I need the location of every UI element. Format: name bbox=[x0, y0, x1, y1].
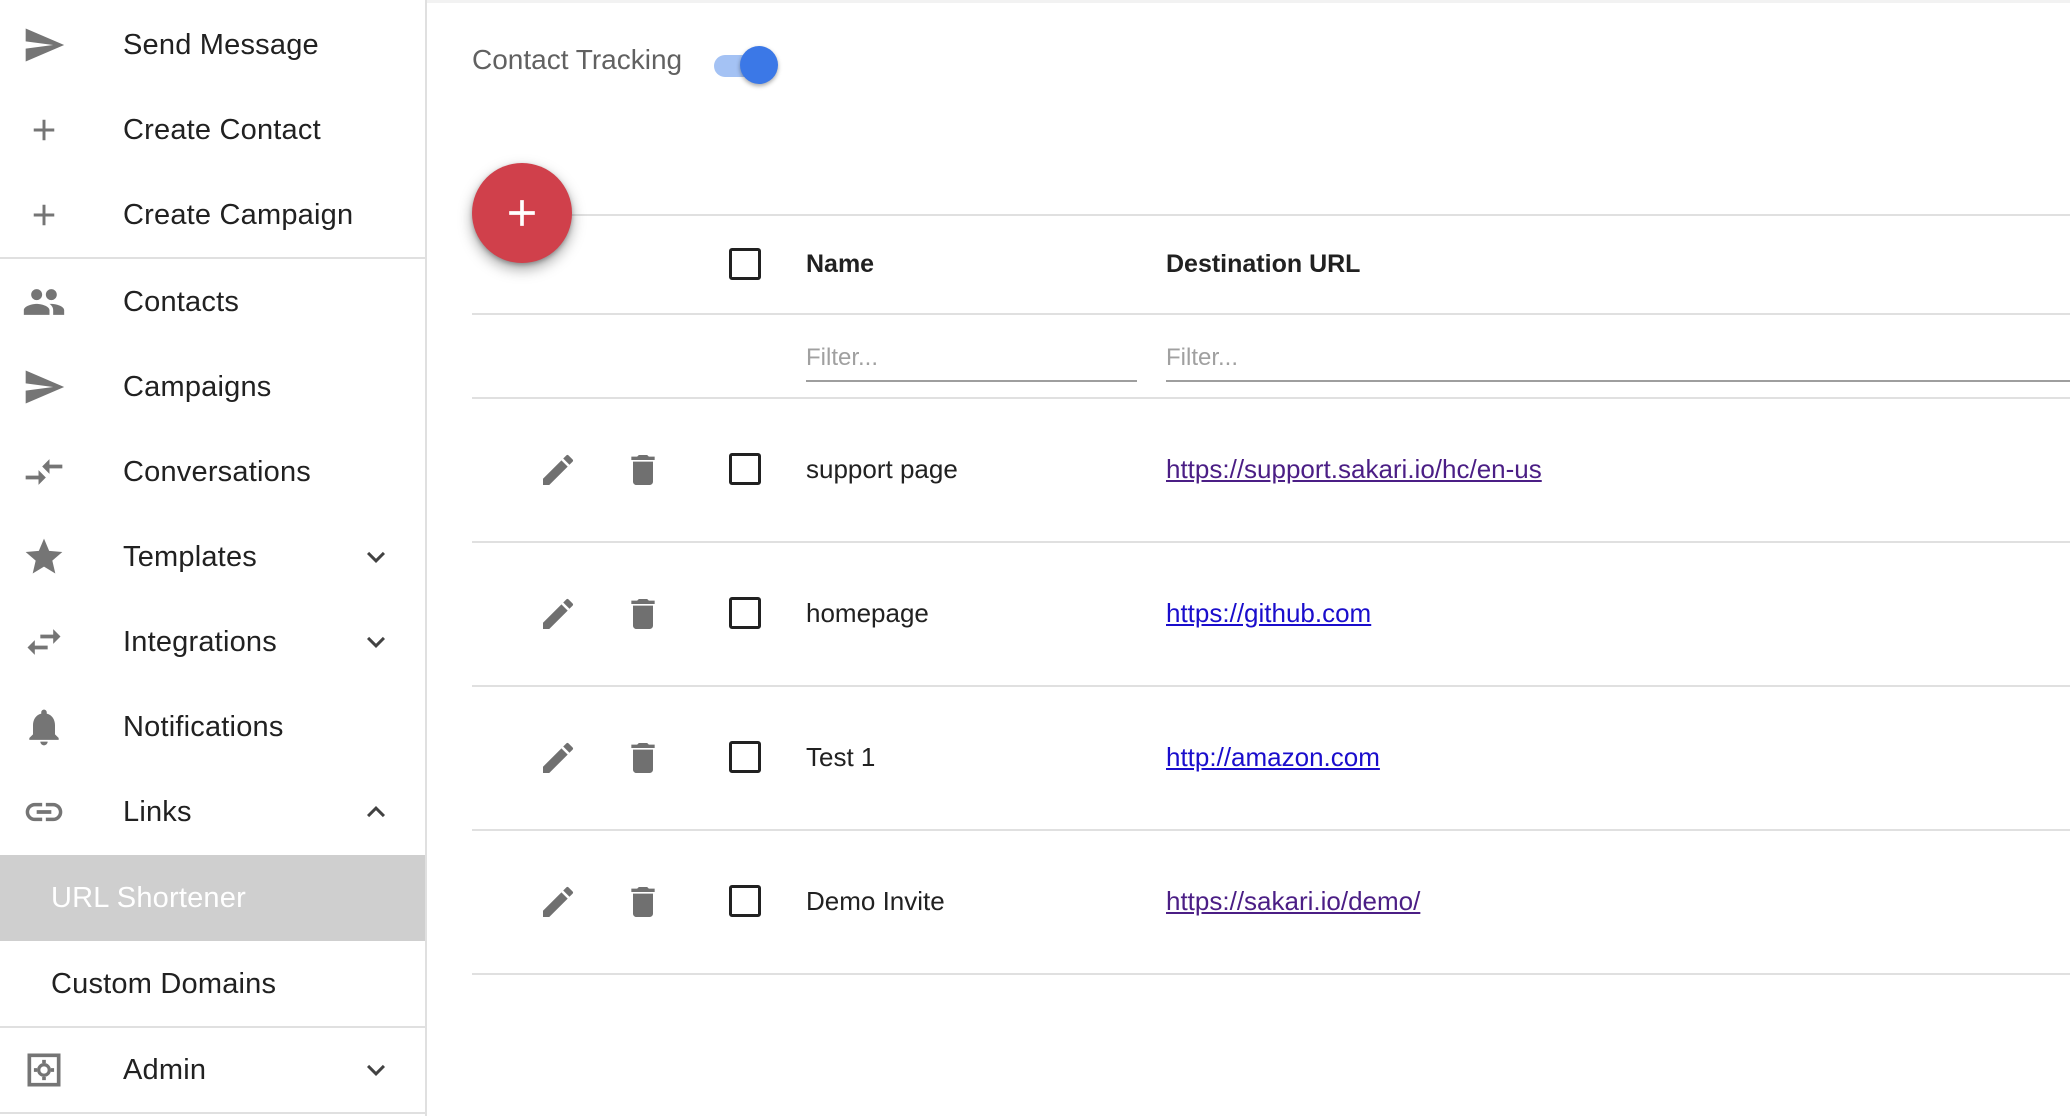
select-all-checkbox[interactable] bbox=[729, 248, 761, 280]
swap-arrows-icon bbox=[20, 618, 68, 666]
main-content: Contact Tracking Name Destination URL su… bbox=[427, 0, 2070, 1116]
row-checkbox[interactable] bbox=[729, 741, 761, 773]
header-divider bbox=[472, 313, 2070, 315]
plus-icon bbox=[20, 191, 68, 239]
row-divider bbox=[472, 973, 2070, 975]
sidebar-item-label: Create Contact bbox=[123, 113, 321, 146]
send-icon bbox=[20, 363, 68, 411]
url-filter-input[interactable] bbox=[1166, 336, 2070, 382]
edit-icon[interactable] bbox=[536, 592, 580, 636]
delete-icon[interactable] bbox=[621, 592, 665, 636]
sidebar-item-label: Integrations bbox=[123, 625, 277, 658]
sidebar-item-label: Notifications bbox=[123, 710, 284, 743]
sidebar-subitem-custom-domains[interactable]: Custom Domains bbox=[0, 941, 425, 1027]
top-border bbox=[427, 0, 2070, 3]
name-filter-input[interactable] bbox=[806, 336, 1137, 382]
link-name: Test 1 bbox=[806, 742, 876, 772]
add-link-button[interactable] bbox=[472, 163, 572, 263]
link-name: support page bbox=[806, 454, 958, 484]
sidebar-item-admin[interactable]: Admin bbox=[0, 1027, 425, 1113]
chevron-down-icon[interactable] bbox=[358, 539, 394, 575]
row-checkbox[interactable] bbox=[729, 597, 761, 629]
star-icon bbox=[20, 533, 68, 581]
toggle-thumb bbox=[740, 46, 778, 84]
sidebar: Send Message Create Contact Create Campa… bbox=[0, 0, 427, 1116]
sidebar-item-label: Send Message bbox=[123, 28, 319, 61]
chevron-down-icon[interactable] bbox=[358, 624, 394, 660]
column-header-destination-url: Destination URL bbox=[1166, 250, 1361, 278]
table-top-border bbox=[472, 214, 2070, 216]
sidebar-item-create-campaign[interactable]: Create Campaign bbox=[0, 172, 425, 258]
chevron-down-icon[interactable] bbox=[358, 1052, 394, 1088]
link-url[interactable]: http://amazon.com bbox=[1166, 742, 1380, 773]
link-name: Demo Invite bbox=[806, 886, 945, 916]
sidebar-item-label: Links bbox=[123, 795, 192, 828]
people-icon bbox=[20, 278, 68, 326]
sidebar-item-label: Campaigns bbox=[123, 370, 272, 403]
row-checkbox[interactable] bbox=[729, 453, 761, 485]
sidebar-item-send-message[interactable]: Send Message bbox=[0, 2, 425, 88]
edit-icon[interactable] bbox=[536, 880, 580, 924]
compare-arrows-icon bbox=[20, 448, 68, 496]
contact-tracking-toggle[interactable] bbox=[710, 44, 780, 84]
send-icon bbox=[20, 21, 68, 69]
sidebar-item-conversations[interactable]: Conversations bbox=[0, 429, 425, 515]
edit-icon[interactable] bbox=[536, 448, 580, 492]
chevron-up-icon[interactable] bbox=[358, 794, 394, 830]
bell-icon bbox=[20, 703, 68, 751]
row-divider bbox=[472, 685, 2070, 687]
filter-divider bbox=[472, 397, 2070, 399]
sidebar-item-campaigns[interactable]: Campaigns bbox=[0, 344, 425, 430]
sidebar-item-links[interactable]: Links bbox=[0, 769, 425, 855]
sidebar-item-create-contact[interactable]: Create Contact bbox=[0, 87, 425, 173]
sidebar-item-templates[interactable]: Templates bbox=[0, 514, 425, 600]
sidebar-item-label: Create Campaign bbox=[123, 198, 354, 231]
sidebar-subitem-url-shortener[interactable]: URL Shortener bbox=[0, 855, 425, 941]
plus-icon bbox=[20, 106, 68, 154]
row-checkbox[interactable] bbox=[729, 885, 761, 917]
column-header-name: Name bbox=[806, 250, 875, 278]
sidebar-item-label: Admin bbox=[123, 1053, 207, 1086]
link-name: homepage bbox=[806, 598, 929, 628]
delete-icon[interactable] bbox=[621, 448, 665, 492]
link-url[interactable]: https://support.sakari.io/hc/en-us bbox=[1166, 454, 1542, 485]
link-icon bbox=[20, 788, 68, 836]
contact-tracking-label: Contact Tracking bbox=[472, 44, 683, 75]
sidebar-subitem-label: URL Shortener bbox=[51, 881, 246, 914]
delete-icon[interactable] bbox=[621, 880, 665, 924]
link-url[interactable]: https://sakari.io/demo/ bbox=[1166, 886, 1420, 917]
plus-icon bbox=[509, 200, 535, 226]
sidebar-item-contacts[interactable]: Contacts bbox=[0, 259, 425, 345]
sidebar-divider bbox=[0, 1112, 425, 1114]
sidebar-item-integrations[interactable]: Integrations bbox=[0, 599, 425, 685]
row-divider bbox=[472, 829, 2070, 831]
sidebar-subitem-label: Custom Domains bbox=[51, 967, 277, 1000]
settings-box-icon bbox=[20, 1046, 68, 1094]
edit-icon[interactable] bbox=[536, 736, 580, 780]
sidebar-item-label: Contacts bbox=[123, 285, 240, 318]
row-divider bbox=[472, 541, 2070, 543]
sidebar-item-notifications[interactable]: Notifications bbox=[0, 684, 425, 770]
sidebar-item-label: Templates bbox=[123, 540, 257, 573]
link-url[interactable]: https://github.com bbox=[1166, 598, 1371, 629]
delete-icon[interactable] bbox=[621, 736, 665, 780]
sidebar-item-label: Conversations bbox=[123, 455, 311, 488]
